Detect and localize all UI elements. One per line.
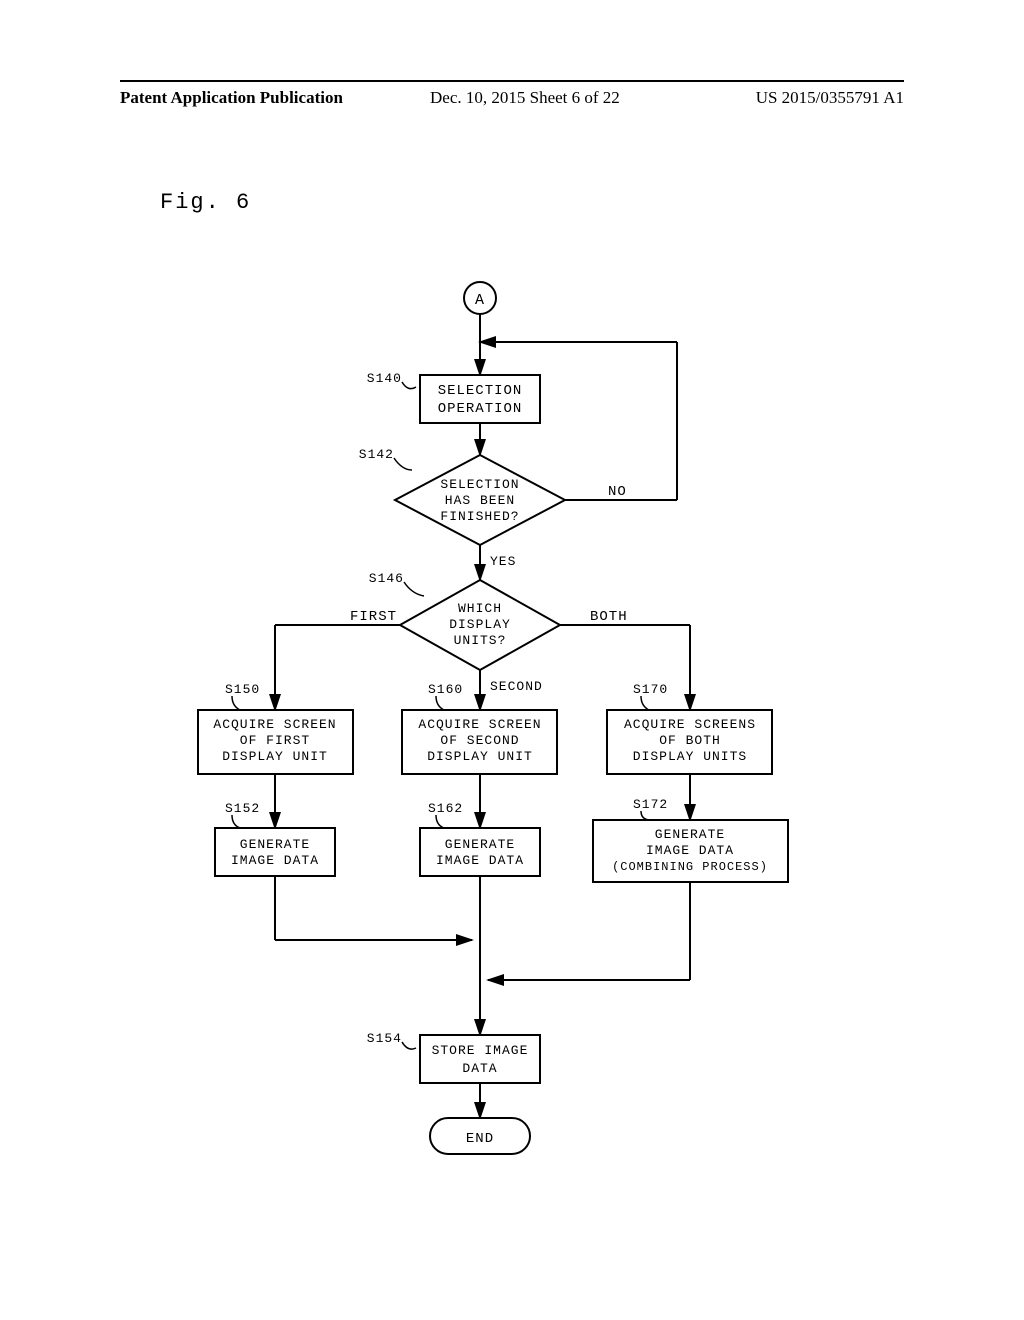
s150-callout	[232, 696, 240, 710]
s162-t1: GENERATE	[445, 837, 515, 852]
s162-callout	[436, 815, 444, 828]
page: Patent Application Publication Dec. 10, …	[0, 0, 1024, 1320]
s140-label: S140	[367, 371, 402, 386]
s142-text1: SELECTION	[440, 477, 519, 492]
s142-label: S142	[359, 447, 394, 462]
s170-t2: OF BOTH	[659, 733, 721, 748]
s146-text2: DISPLAY	[449, 617, 511, 632]
step-s152	[215, 828, 335, 876]
s170-label: S170	[633, 682, 668, 697]
s172-t3: (COMBINING PROCESS)	[612, 860, 768, 874]
s146-first: FIRST	[350, 609, 397, 625]
s152-t2: IMAGE DATA	[231, 853, 319, 868]
s152-callout	[232, 815, 240, 828]
s142-text3: FINISHED?	[440, 509, 519, 524]
s146-callout	[404, 582, 424, 596]
s170-t3: DISPLAY UNITS	[633, 749, 747, 764]
s162-t2: IMAGE DATA	[436, 853, 524, 868]
s172-label: S172	[633, 797, 668, 812]
s146-both: BOTH	[590, 609, 628, 625]
s146-second: SECOND	[490, 679, 543, 694]
s146-label: S146	[369, 571, 404, 586]
s170-t1: ACQUIRE SCREENS	[624, 717, 756, 732]
s160-t3: DISPLAY UNIT	[427, 749, 533, 764]
s160-label: S160	[428, 682, 463, 697]
s172-t2: IMAGE DATA	[646, 843, 734, 858]
s150-t3: DISPLAY UNIT	[222, 749, 328, 764]
s140-text1: SELECTION	[438, 383, 523, 399]
s150-t1: ACQUIRE SCREEN	[213, 717, 336, 732]
s162-label: S162	[428, 801, 463, 816]
page-header: Patent Application Publication Dec. 10, …	[120, 80, 904, 82]
s172-t1: GENERATE	[655, 827, 725, 842]
s140-text2: OPERATION	[438, 401, 523, 417]
flowchart: A SELECTION OPERATION S140 SELECTION HAS…	[180, 280, 880, 1200]
header-right: US 2015/0355791 A1	[756, 88, 904, 108]
end-text: END	[466, 1131, 494, 1147]
s172-callout	[641, 811, 649, 820]
s142-yes: YES	[490, 554, 516, 569]
s160-callout	[436, 696, 444, 710]
s142-no: NO	[608, 484, 627, 500]
header-mid: Dec. 10, 2015 Sheet 6 of 22	[430, 88, 620, 108]
s154-t2: DATA	[462, 1061, 497, 1076]
s152-t1: GENERATE	[240, 837, 310, 852]
s154-callout	[402, 1042, 416, 1049]
connector-a-text: A	[475, 292, 485, 309]
s152-label: S152	[225, 801, 260, 816]
header-left: Patent Application Publication	[120, 88, 343, 108]
s170-callout	[641, 696, 649, 710]
s160-t1: ACQUIRE SCREEN	[418, 717, 541, 732]
figure-label: Fig. 6	[160, 190, 251, 215]
s146-text3: UNITS?	[454, 633, 507, 648]
s140-callout	[402, 382, 416, 389]
s154-t1: STORE IMAGE	[432, 1043, 529, 1058]
s160-t2: OF SECOND	[440, 733, 519, 748]
s146-text1: WHICH	[458, 601, 502, 616]
s150-t2: OF FIRST	[240, 733, 310, 748]
s142-callout	[394, 458, 412, 470]
s150-label: S150	[225, 682, 260, 697]
s142-text2: HAS BEEN	[445, 493, 515, 508]
s154-label: S154	[367, 1031, 402, 1046]
step-s162	[420, 828, 540, 876]
